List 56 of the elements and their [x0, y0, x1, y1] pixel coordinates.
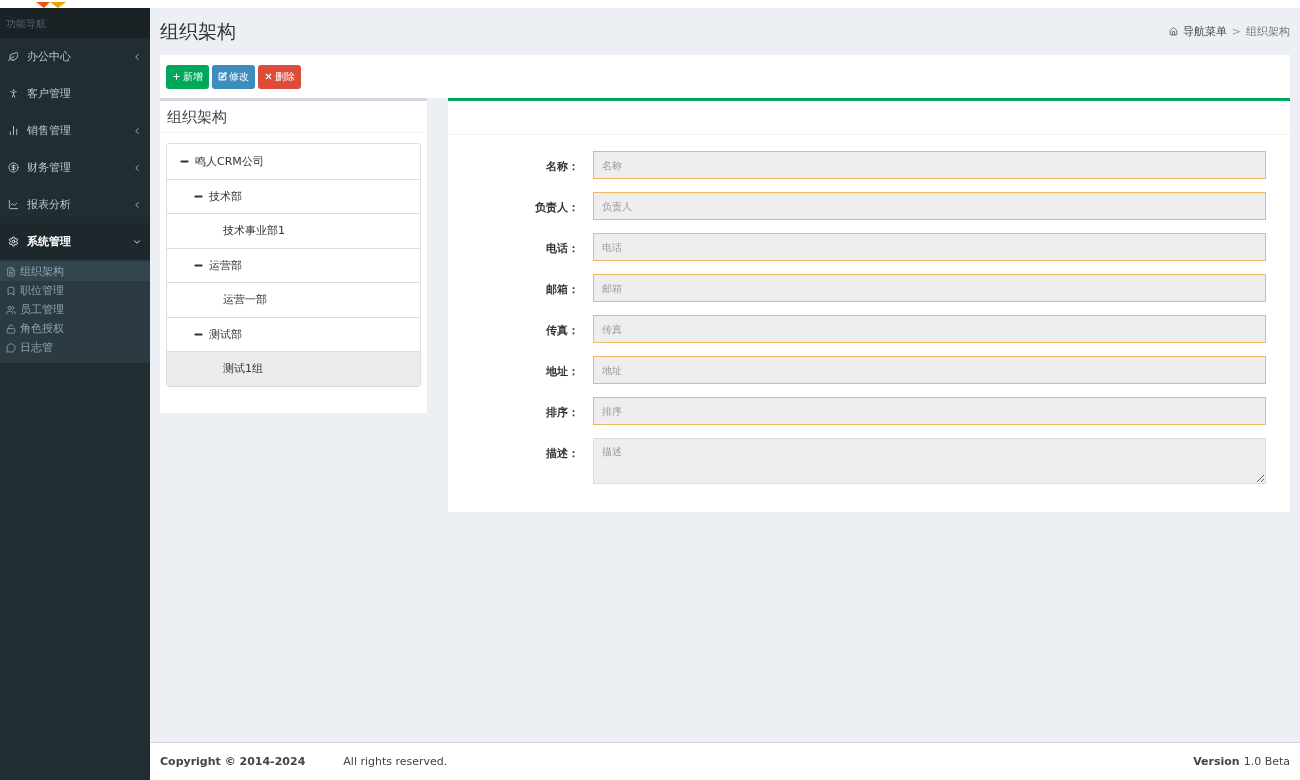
sidebar-item[interactable]: 客户管理: [0, 75, 150, 112]
breadcrumb-separator: >: [1231, 25, 1241, 38]
page-title: 组织架构: [160, 18, 236, 44]
sidebar-item[interactable]: 报表分析: [0, 186, 150, 223]
document-icon: [6, 266, 16, 277]
bar-chart-icon: [8, 125, 19, 136]
submenu-item[interactable]: 日志管: [0, 338, 150, 357]
plus-icon: [172, 72, 181, 81]
field-label: 排序：: [545, 405, 580, 420]
breadcrumb-link[interactable]: 导航菜单: [1182, 24, 1227, 39]
person-icon: [8, 88, 19, 99]
breadcrumb-link[interactable]: 组织架构: [1246, 24, 1290, 39]
sidebar-item[interactable]: 销售管理: [0, 112, 150, 149]
version-number: 1.0 Beta: [1243, 755, 1290, 768]
field-label: 地址：: [545, 364, 580, 379]
rights-text: All rights reserved.: [343, 755, 448, 768]
padlock-icon: [6, 323, 16, 334]
panel-title: 组织架构: [160, 101, 427, 133]
submenu-item[interactable]: 组织架构: [0, 262, 150, 281]
input-field[interactable]: 传真: [593, 315, 1266, 343]
textarea-field[interactable]: 描述: [593, 438, 1266, 484]
input-field[interactable]: 名称: [593, 151, 1266, 179]
input-field[interactable]: 电话: [593, 233, 1266, 261]
sidebar-item[interactable]: 办公中心: [0, 38, 150, 75]
sidebar-item[interactable]: 系统管理: [0, 223, 150, 260]
line-chart-icon: [8, 199, 19, 210]
version-label: Version: [1193, 755, 1240, 768]
edit-button[interactable]: 修改: [212, 64, 255, 89]
copyright-text: Copyright © 2014-2024: [160, 755, 306, 768]
coin-icon: [8, 162, 19, 173]
input-field[interactable]: 负责人: [593, 192, 1266, 220]
field-label: 描述：: [545, 446, 580, 461]
users-icon: [6, 304, 16, 315]
chat-icon: [6, 342, 16, 353]
tree-node[interactable]: 测试1组: [167, 351, 420, 386]
logo-icon: [36, 2, 66, 8]
field-label: 传真：: [545, 323, 580, 338]
field-label: 电话：: [545, 241, 580, 256]
close-icon: [264, 72, 273, 81]
input-field[interactable]: 邮箱: [593, 274, 1266, 302]
bookmark-icon: [6, 285, 16, 296]
edit-icon: [218, 72, 227, 81]
gear-icon: [8, 236, 19, 247]
submenu-item[interactable]: 角色授权: [0, 319, 150, 338]
home-icon: [1168, 27, 1178, 36]
leaf-icon: [8, 51, 19, 62]
input-field[interactable]: 地址: [593, 356, 1266, 384]
sidebar-item[interactable]: 财务管理: [0, 149, 150, 186]
input-field[interactable]: 排序: [593, 397, 1266, 425]
delete-button[interactable]: 删除: [258, 64, 301, 89]
submenu-item[interactable]: 员工管理: [0, 300, 150, 319]
sidebar-header: 功能导航: [0, 8, 150, 38]
field-label: 负责人：: [534, 200, 580, 215]
submenu-item[interactable]: 职位管理: [0, 281, 150, 300]
field-label: 邮箱：: [545, 282, 580, 297]
field-label: 名称：: [545, 159, 580, 174]
